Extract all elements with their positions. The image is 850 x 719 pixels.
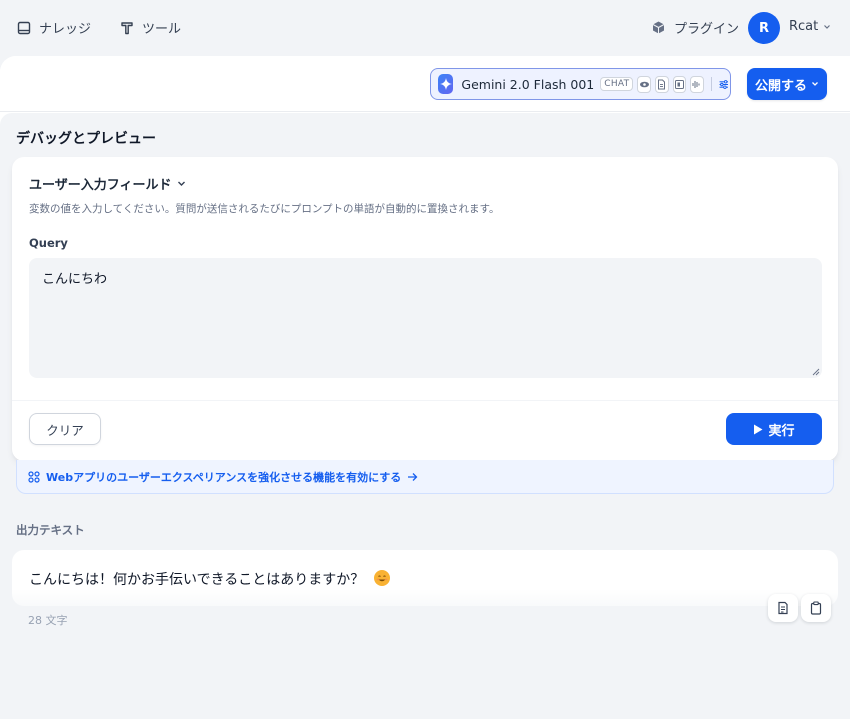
model-selector[interactable]: Gemini 2.0 Flash 001 CHAT	[430, 68, 731, 100]
video-icon	[672, 75, 687, 93]
hammer-icon	[121, 21, 133, 34]
nav-tools-label: ツール	[142, 22, 182, 37]
model-name: Gemini 2.0 Flash 001	[461, 76, 595, 92]
nav-knowledge[interactable]: ナレッジ	[17, 18, 91, 37]
file-text-icon	[778, 601, 788, 615]
query-label: Query	[29, 236, 68, 250]
audio-icon	[690, 75, 704, 93]
book-icon	[17, 21, 31, 34]
output-label: 出力テキスト	[16, 523, 85, 537]
user-inputs-card: ユーザー入力フィールド 変数の値を入力してください。質問が送信されるたびにプロン…	[12, 157, 838, 461]
resize-grip-icon[interactable]	[812, 368, 820, 376]
sliders-icon[interactable]	[718, 77, 730, 92]
publish-label: 公開する	[754, 78, 807, 94]
output-text: こんにちは！何かお手伝いできることはありますか？	[29, 572, 365, 588]
arrow-right-icon	[408, 472, 418, 481]
char-count: 28 文字	[28, 614, 68, 627]
mode-badge: CHAT	[600, 77, 634, 91]
user-inputs-title: ユーザー入力フィールド	[29, 178, 172, 193]
document-icon	[655, 75, 669, 93]
nav-plugins[interactable]: プラグイン	[651, 18, 739, 37]
query-value: こんにちわ	[42, 272, 108, 287]
model-divider	[710, 77, 712, 91]
gemini-icon	[438, 74, 454, 94]
smile-emoji-icon	[374, 570, 391, 586]
play-icon	[754, 424, 763, 434]
chevron-down-icon	[824, 24, 831, 29]
nav-tools[interactable]: ツール	[120, 18, 181, 37]
nav-knowledge-label: ナレッジ	[39, 22, 92, 37]
add-to-note-button[interactable]	[768, 594, 798, 622]
user-inputs-description: 変数の値を入力してください。質問が送信されるたびにプロンプトの単語が自動的に置換…	[29, 203, 500, 215]
vision-icon	[637, 75, 652, 93]
query-input[interactable]: こんにちわ	[29, 258, 822, 378]
card-divider	[12, 400, 838, 401]
clear-button[interactable]: クリア	[29, 413, 101, 445]
publish-button[interactable]: 公開する	[747, 68, 827, 100]
chevron-down-icon	[812, 82, 818, 86]
output-text-box: こんにちは！何かお手伝いできることはありますか？	[12, 550, 838, 606]
chevron-down-icon	[178, 181, 186, 186]
clipboard-icon	[810, 601, 822, 615]
nav-plugins-label: プラグイン	[674, 22, 740, 37]
webapp-banner-text: Webアプリのユーザーエクスペリアンスを強化させる機能を有効にする	[46, 470, 402, 484]
username: Rcat	[789, 19, 819, 34]
app-toolbar: Gemini 2.0 Flash 001 CHAT 公開する	[0, 56, 850, 112]
cube-icon	[652, 21, 665, 34]
user-inputs-toggle[interactable]: ユーザー入力フィールド	[29, 174, 186, 193]
grid-icon	[28, 470, 40, 483]
copy-button[interactable]	[801, 594, 831, 622]
run-label: 実行	[768, 423, 795, 439]
run-button[interactable]: 実行	[726, 413, 822, 445]
debug-title: デバッグとプレビュー	[16, 131, 156, 147]
avatar[interactable]: R	[748, 12, 780, 44]
user-menu[interactable]: Rcat	[789, 19, 831, 34]
webapp-feature-banner[interactable]: Webアプリのユーザーエクスペリアンスを強化させる機能を有効にする	[16, 460, 834, 494]
top-nav: ナレッジ ツール プラグイン R Rcat	[0, 0, 850, 56]
